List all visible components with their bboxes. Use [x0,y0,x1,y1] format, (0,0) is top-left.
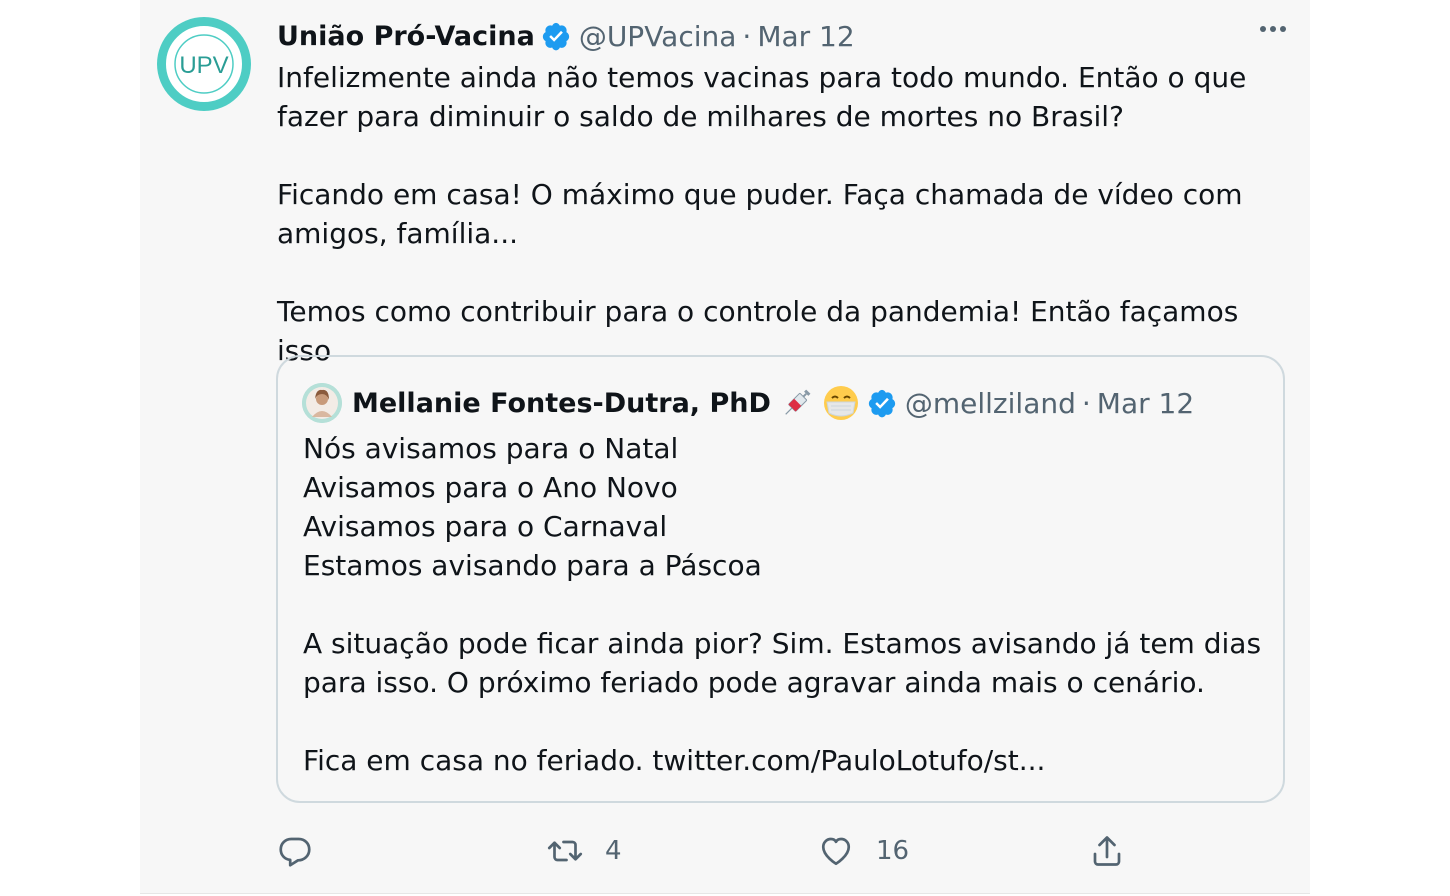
quoted-line: Fica em casa no feriado. twitter.com/Pau… [303,744,1046,777]
share-button[interactable] [1089,828,1125,874]
more-options-icon[interactable] [1260,26,1286,32]
quoted-author-handle: @mellziland [904,386,1076,420]
quoted-line: Avisamos para o Ano Novo [303,471,678,504]
reply-button[interactable] [277,828,335,874]
tweet-paragraph: Ficando em casa! O máximo que puder. Faç… [277,178,1243,250]
share-icon [1093,836,1121,866]
retweet-button[interactable]: 4 [547,828,622,874]
verified-badge-icon [868,389,895,418]
upv-logo-icon: UPV [157,17,251,111]
face-with-mask-emoji-icon [823,386,858,420]
quoted-tweet-header: Mellanie Fontes-Dutra, PhD @mellziland ·… [302,383,1194,423]
tweet-header: União Pró-Vacina @UPVacina · Mar 12 [277,16,1280,56]
upv-logo-text: UPV [179,52,228,79]
reply-icon [279,837,311,867]
heart-icon [821,837,851,866]
quoted-line: Estamos avisando para a Páscoa [303,549,762,582]
tweet-card[interactable]: UPV União Pró-Vacina @UPVacina · Mar 12 … [140,0,1310,894]
quoted-author-name: Mellanie Fontes-Dutra, PhD [352,387,771,419]
tweet-date[interactable]: Mar 12 [757,20,854,53]
retweet-count: 4 [605,836,622,866]
profile-photo-icon [302,383,342,423]
tweet-actions: 4 16 [277,828,1267,878]
separator-dot: · [742,19,752,53]
upv-avatar[interactable]: UPV [157,17,251,111]
verified-badge-icon [542,22,569,51]
author-name[interactable]: União Pró-Vacina [277,21,535,52]
quoted-tweet[interactable]: Mellanie Fontes-Dutra, PhD @mellziland ·… [276,355,1285,803]
quoted-line: Avisamos para o Carnaval [303,510,668,543]
quoted-line: Nós avisamos para o Natal [303,432,679,465]
tweet-text: Infelizmente ainda não temos vacinas par… [277,58,1287,370]
quoted-tweet-text: Nós avisamos para o Natal Avisamos para … [303,429,1268,780]
quoted-tweet-date: Mar 12 [1096,386,1195,420]
tweet-paragraph: Infelizmente ainda não temos vacinas par… [277,61,1247,133]
quoted-line: A situação pode ficar ainda pior? Sim. E… [303,627,1262,699]
like-count: 16 [876,836,910,866]
retweet-icon [547,840,583,862]
separator-dot: · [1081,386,1091,420]
quoted-author-avatar [302,383,342,423]
author-handle[interactable]: @UPVacina [579,20,737,53]
syringe-emoji-icon [785,389,811,415]
like-button[interactable]: 16 [818,828,909,874]
